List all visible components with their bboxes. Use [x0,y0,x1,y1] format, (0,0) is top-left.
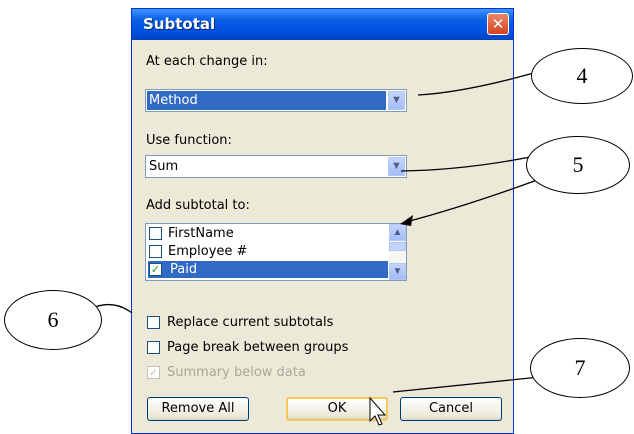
callout-5: 5 [526,136,630,194]
mouse-pointer-icon [369,396,387,426]
callout-5-pointer-function [400,153,546,172]
callout-6: 6 [4,290,102,350]
arrowhead-icon [400,215,413,226]
callout-4: 4 [531,48,633,104]
callout-7-pointer [392,375,551,393]
callout-5-pointer-list [405,175,549,223]
callout-7: 7 [530,338,630,398]
